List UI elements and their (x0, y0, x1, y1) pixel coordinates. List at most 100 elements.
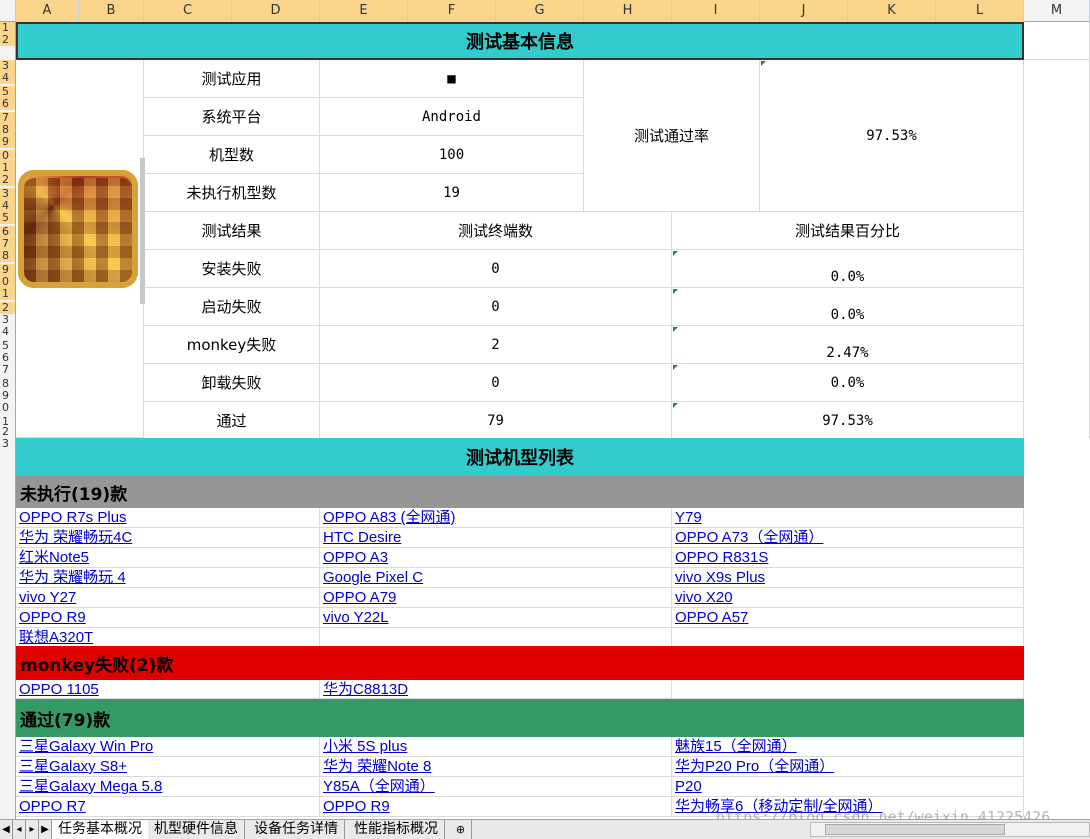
result-label[interactable]: 安装失败 (144, 250, 320, 288)
model-link[interactable]: HTC Desire (323, 529, 401, 547)
column-header-b[interactable]: B (79, 0, 144, 22)
model-link[interactable]: OPPO A57 (675, 609, 748, 627)
row-header[interactable]: 6 (0, 98, 15, 110)
result-count[interactable]: 0 (320, 250, 672, 288)
row-header[interactable]: 0 (0, 402, 15, 414)
list-cell[interactable] (672, 628, 1024, 648)
pass-band[interactable]: 通过(79)款 (16, 699, 1024, 737)
list-cell[interactable] (672, 680, 1024, 699)
result-percent[interactable]: 2.47% (672, 326, 1024, 364)
model-link[interactable]: 华为C8813D (323, 681, 408, 698)
column-header-f[interactable]: F (408, 0, 496, 22)
column-header-j[interactable]: J (760, 0, 848, 22)
model-link[interactable]: vivo Y22L (323, 609, 389, 627)
model-link[interactable]: OPPO R7s Plus (19, 509, 127, 527)
tab-nav-prev-icon[interactable]: ◂ (13, 820, 26, 839)
column-header-c[interactable]: C (144, 0, 232, 22)
sheet-tab-performance-overview[interactable]: 性能指标概况 (348, 820, 445, 839)
model-link[interactable]: Y85A（全网通） (323, 778, 435, 796)
model-link[interactable]: vivo Y27 (19, 589, 76, 607)
empty-cell-m[interactable] (1024, 60, 1090, 438)
model-link[interactable]: OPPO R7 (19, 798, 86, 816)
model-link[interactable]: OPPO R9 (19, 609, 86, 627)
label-unexecuted-count[interactable]: 未执行机型数 (144, 174, 320, 212)
sheet-tab-hardware-info[interactable]: 机型硬件信息 (148, 820, 245, 839)
row-header[interactable]: 4 (0, 326, 15, 338)
row-header[interactable]: 8 (0, 250, 15, 262)
results-header-count[interactable]: 测试终端数 (320, 212, 672, 250)
row-header[interactable]: 4 (0, 72, 15, 84)
model-link[interactable]: 华为 荣耀畅玩4C (19, 529, 132, 547)
empty-cell-m[interactable] (1024, 22, 1090, 60)
result-percent[interactable]: 0.0% (672, 364, 1024, 402)
row-header[interactable]: 7 (0, 364, 15, 376)
label-model-count[interactable]: 机型数 (144, 136, 320, 174)
model-link[interactable]: 小米 5S plus (323, 738, 407, 756)
result-label[interactable]: 卸载失败 (144, 364, 320, 402)
value-pass-rate[interactable]: 97.53% (760, 60, 1024, 212)
tab-nav-last-icon[interactable]: ▶ (39, 820, 52, 839)
model-link[interactable]: Google Pixel C (323, 569, 423, 587)
result-label[interactable]: 启动失败 (144, 288, 320, 326)
title-band[interactable]: 测试基本信息 (16, 22, 1024, 60)
model-link[interactable]: 红米Note5 (19, 549, 89, 567)
results-header-result[interactable]: 测试结果 (144, 212, 320, 250)
insert-sheet-icon[interactable]: ⊕ (450, 820, 472, 839)
result-percent[interactable]: 0.0% (672, 288, 1024, 326)
column-header-d[interactable]: D (232, 0, 320, 22)
row-header[interactable]: 9 (0, 136, 15, 148)
value-model-count[interactable]: 100 (320, 136, 584, 174)
list-cell[interactable] (320, 628, 672, 648)
result-percent[interactable]: 97.53% (672, 402, 1024, 440)
model-link[interactable]: OPPO A73（全网通） (675, 529, 823, 547)
model-link[interactable]: OPPO R9 (323, 798, 390, 816)
tab-nav-first-icon[interactable]: ◀ (0, 820, 13, 839)
result-percent[interactable]: 0.0% (672, 250, 1024, 288)
monkey-fail-band[interactable]: monkey失败(2)款 (16, 646, 1024, 680)
model-link[interactable]: OPPO 1105 (19, 681, 99, 698)
model-link[interactable]: 三星Galaxy S8+ (19, 758, 127, 776)
label-pass-rate[interactable]: 测试通过率 (584, 60, 760, 212)
column-header-i[interactable]: I (672, 0, 760, 22)
unexecuted-band[interactable]: 未执行(19)款 (16, 476, 1024, 508)
result-count[interactable]: 0 (320, 288, 672, 326)
model-link[interactable]: vivo X20 (675, 589, 733, 607)
result-count[interactable]: 0 (320, 364, 672, 402)
model-link[interactable]: 联想A320T (19, 629, 93, 647)
column-header-e[interactable]: E (320, 0, 408, 22)
model-link[interactable]: 华为P20 Pro（全网通） (675, 758, 834, 776)
row-header[interactable]: 5 (0, 212, 15, 224)
model-link[interactable]: OPPO R831S (675, 549, 768, 567)
list-title-band[interactable]: 测试机型列表 (16, 438, 1024, 476)
result-label[interactable]: monkey失败 (144, 326, 320, 364)
model-link[interactable]: 华为 荣耀畅玩 4 (19, 569, 126, 587)
horizontal-scrollbar[interactable] (810, 822, 1090, 837)
column-header-a[interactable]: A (16, 0, 79, 22)
value-test-app[interactable]: ■ (320, 60, 584, 98)
model-link[interactable]: 三星Galaxy Win Pro (19, 738, 153, 756)
value-platform[interactable]: Android (320, 98, 584, 136)
label-test-app[interactable]: 测试应用 (144, 60, 320, 98)
model-link[interactable]: OPPO A3 (323, 549, 388, 567)
label-platform[interactable]: 系统平台 (144, 98, 320, 136)
sheet-tab-task-overview[interactable]: 任务基本概况 (52, 820, 149, 839)
value-unexecuted-count[interactable]: 19 (320, 174, 584, 212)
column-header-k[interactable]: K (848, 0, 936, 22)
model-link[interactable]: 华为 荣耀Note 8 (323, 758, 431, 776)
scrollbar-thumb[interactable] (825, 824, 1005, 835)
app-logo-cell[interactable] (16, 60, 145, 438)
row-header[interactable]: 2 (0, 34, 15, 46)
list-cell[interactable] (672, 508, 1024, 528)
row-header[interactable]: 1 (0, 288, 15, 300)
result-count[interactable]: 79 (320, 402, 672, 440)
tab-nav-next-icon[interactable]: ▸ (26, 820, 39, 839)
model-link[interactable]: OPPO A83 (全网通) (323, 509, 456, 527)
column-header-m[interactable]: M (1024, 0, 1090, 22)
sheet-grid[interactable]: 测试基本信息 测试应用 ■ 系统平台 Android 机型数 100 未执行机型… (16, 22, 1090, 819)
column-header-g[interactable]: G (496, 0, 584, 22)
model-link[interactable]: Y79 (675, 509, 702, 527)
model-link[interactable]: 魅族15（全网通） (675, 738, 797, 756)
column-header-h[interactable]: H (584, 0, 672, 22)
result-count[interactable]: 2 (320, 326, 672, 364)
row-header[interactable]: 3 (0, 438, 15, 450)
